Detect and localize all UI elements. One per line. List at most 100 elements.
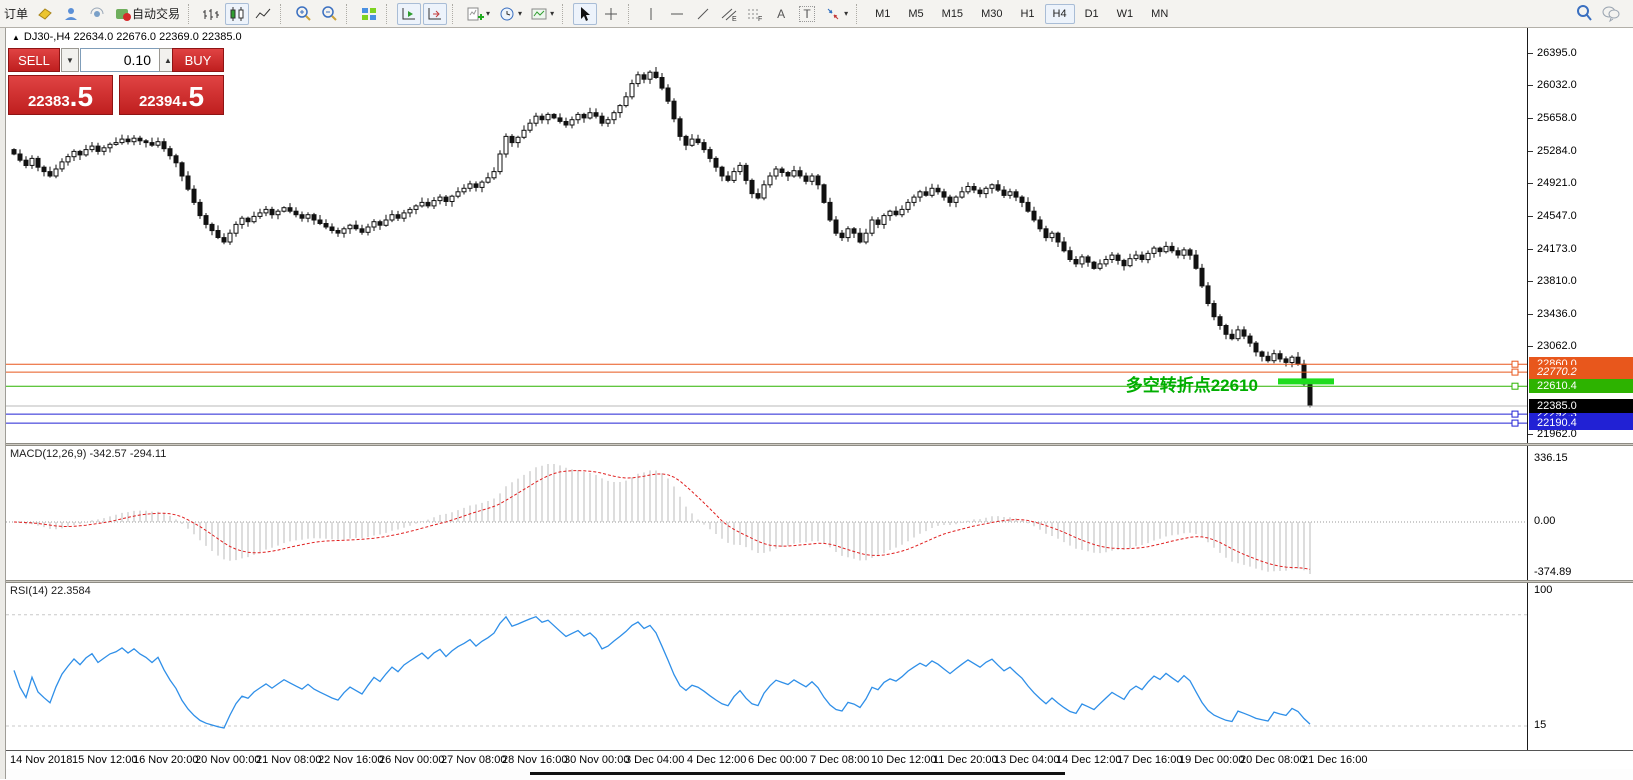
volume-down-button[interactable]: ▼ bbox=[61, 48, 79, 72]
timeframe-d1[interactable]: D1 bbox=[1077, 4, 1107, 24]
vertical-line-button[interactable] bbox=[639, 3, 663, 25]
macd-axis[interactable]: 336.15 0.00 -374.89 bbox=[1527, 446, 1633, 580]
sell-price[interactable]: 22383.5 bbox=[8, 75, 113, 115]
text-annotation[interactable]: 多空转折点22610 bbox=[1066, 371, 1258, 396]
bar-chart-button[interactable] bbox=[199, 3, 223, 25]
buy-price[interactable]: 22394.5 bbox=[119, 75, 224, 115]
candle bbox=[1080, 257, 1084, 264]
chevron-down-icon: ▾ bbox=[550, 9, 554, 18]
candle bbox=[312, 215, 316, 220]
signals-icon[interactable] bbox=[85, 3, 109, 25]
candle bbox=[1098, 264, 1102, 268]
arrows-tool-button[interactable]: ▾ bbox=[821, 3, 851, 25]
time-axis-label: 10 Dec 12:00 bbox=[871, 754, 936, 766]
candle bbox=[378, 222, 382, 226]
time-axis-label: 19 Dec 00:00 bbox=[1179, 754, 1244, 766]
macd-plot[interactable] bbox=[6, 446, 1527, 580]
indicators-button[interactable]: ▾ bbox=[463, 3, 493, 25]
zoom-in-button[interactable] bbox=[291, 3, 315, 25]
buy-button[interactable]: BUY bbox=[172, 48, 224, 72]
chat-icon[interactable] bbox=[1598, 2, 1624, 24]
price-plot[interactable] bbox=[6, 28, 1527, 443]
scrollbar-thumb[interactable] bbox=[530, 772, 1065, 775]
rsi-axis[interactable]: 100 15 bbox=[1527, 583, 1633, 750]
candle bbox=[1044, 229, 1048, 238]
timeframe-h1[interactable]: H1 bbox=[1012, 4, 1042, 24]
candle bbox=[1248, 336, 1252, 343]
candle bbox=[984, 188, 988, 193]
chart-title: ▲DJ30-,H4 22634.0 22676.0 22369.0 22385.… bbox=[12, 31, 242, 43]
price-axis[interactable]: 26395.026032.025658.025284.024921.024547… bbox=[1527, 28, 1633, 443]
candle bbox=[648, 72, 652, 79]
candle bbox=[894, 211, 898, 215]
time-axis-label: 15 Nov 12:00 bbox=[72, 754, 137, 766]
crosshair-button[interactable] bbox=[599, 3, 623, 25]
community-icon[interactable] bbox=[59, 3, 83, 25]
candle bbox=[348, 225, 352, 229]
sell-button[interactable]: SELL bbox=[8, 48, 60, 72]
market-icon[interactable] bbox=[33, 3, 57, 25]
periods-button[interactable]: ▾ bbox=[495, 3, 525, 25]
line-anchor[interactable] bbox=[1512, 383, 1518, 389]
timeframe-w1[interactable]: W1 bbox=[1109, 4, 1142, 24]
tile-windows-button[interactable] bbox=[357, 3, 381, 25]
candle bbox=[396, 215, 400, 219]
horizontal-scrollbar[interactable] bbox=[6, 769, 1633, 780]
candle bbox=[618, 106, 622, 113]
candle bbox=[600, 116, 604, 123]
candle bbox=[762, 185, 766, 198]
highlight-trend-segment[interactable] bbox=[1278, 378, 1334, 384]
candle bbox=[528, 123, 532, 130]
candle bbox=[306, 215, 310, 219]
cursor-button[interactable] bbox=[573, 3, 597, 25]
text-tool-button[interactable]: A bbox=[769, 3, 793, 25]
candle bbox=[966, 187, 970, 192]
line-chart-button[interactable] bbox=[251, 3, 275, 25]
zoom-out-button[interactable] bbox=[317, 3, 341, 25]
chart-shift-button[interactable] bbox=[423, 3, 447, 25]
candle bbox=[12, 150, 16, 154]
candle bbox=[582, 114, 586, 118]
candle bbox=[852, 229, 856, 233]
timeframe-m1[interactable]: M1 bbox=[867, 4, 898, 24]
equidistant-channel-button[interactable]: E bbox=[717, 3, 741, 25]
candle bbox=[1290, 357, 1294, 362]
templates-button[interactable]: ▾ bbox=[527, 3, 557, 25]
time-axis-label: 4 Dec 12:00 bbox=[687, 754, 746, 766]
timeframe-mn[interactable]: MN bbox=[1143, 4, 1176, 24]
line-anchor[interactable] bbox=[1512, 361, 1518, 367]
horizontal-line-button[interactable] bbox=[665, 3, 689, 25]
candle bbox=[1170, 246, 1174, 250]
candle bbox=[666, 88, 670, 101]
candle bbox=[210, 224, 214, 230]
timeframe-h4[interactable]: H4 bbox=[1045, 4, 1075, 24]
candle bbox=[108, 144, 112, 148]
volume-input[interactable]: 0.10 bbox=[80, 48, 160, 72]
svg-text:F: F bbox=[758, 16, 762, 22]
trendline-button[interactable] bbox=[691, 3, 715, 25]
fibonacci-button[interactable]: F bbox=[743, 3, 767, 25]
candle bbox=[84, 150, 88, 155]
time-axis[interactable]: 14 Nov 201815 Nov 12:0016 Nov 20:0020 No… bbox=[6, 750, 1633, 769]
text-tool-label: A bbox=[777, 7, 785, 21]
timeframe-m5[interactable]: M5 bbox=[900, 4, 931, 24]
candle bbox=[696, 139, 700, 143]
timeframe-m15[interactable]: M15 bbox=[934, 4, 971, 24]
line-anchor[interactable] bbox=[1512, 369, 1518, 375]
autoscroll-button[interactable] bbox=[397, 3, 421, 25]
time-axis-label: 28 Nov 16:00 bbox=[502, 754, 567, 766]
new-order-button[interactable]: 订单 bbox=[1, 3, 31, 25]
candle bbox=[684, 136, 688, 145]
candle bbox=[1020, 197, 1024, 202]
autotrading-button[interactable]: 自动交易 bbox=[111, 3, 183, 25]
line-anchor[interactable] bbox=[1512, 420, 1518, 426]
candlestick-chart-button[interactable] bbox=[225, 3, 249, 25]
timeframe-m30[interactable]: M30 bbox=[973, 4, 1010, 24]
line-anchor[interactable] bbox=[1512, 411, 1518, 417]
toolbar-separator bbox=[280, 4, 285, 24]
search-icon[interactable] bbox=[1572, 2, 1596, 24]
rsi-plot[interactable] bbox=[6, 583, 1527, 750]
text-label-tool-button[interactable]: T bbox=[795, 3, 819, 25]
collapse-arrow-icon[interactable]: ▲ bbox=[12, 33, 20, 42]
toolbar-separator bbox=[386, 4, 391, 24]
